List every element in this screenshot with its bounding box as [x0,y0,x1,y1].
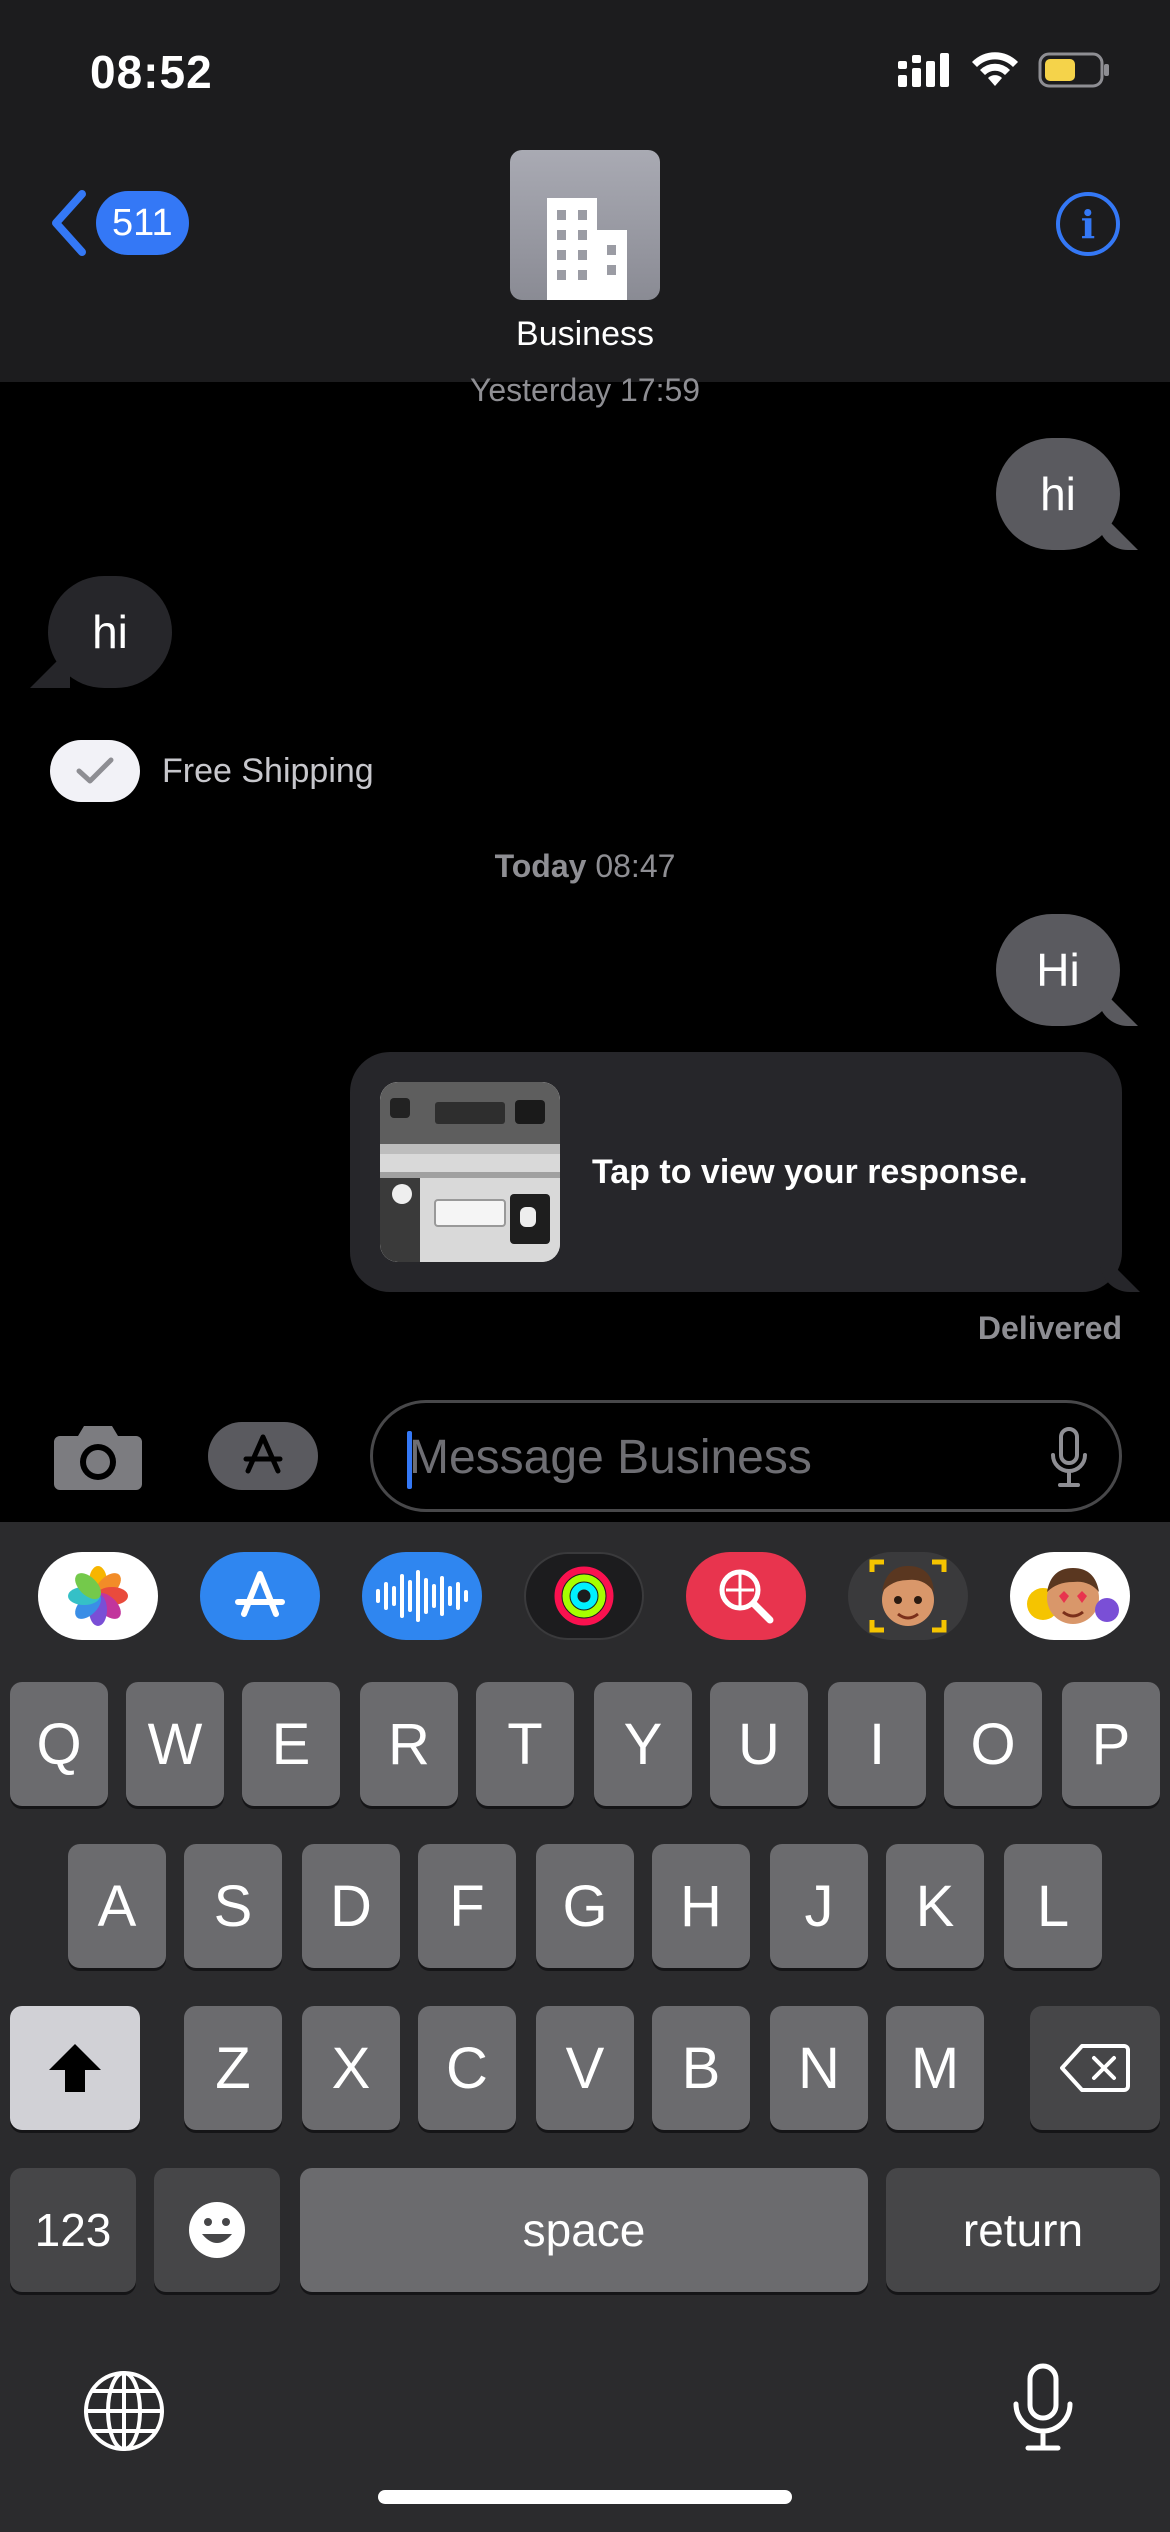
app-store-button[interactable] [208,1422,318,1490]
globe-icon[interactable] [82,2369,166,2458]
app-store-icon[interactable] [200,1552,320,1640]
message-text: Hi [1036,944,1080,996]
building-icon [547,198,627,300]
imessage-app-strip [0,1552,1170,1652]
message-bubble-outgoing[interactable]: hi [996,438,1120,550]
info-button[interactable]: i [1056,192,1120,256]
message-text: hi [92,606,128,658]
message-text: hi [1040,468,1076,520]
selected-check-pill [50,740,140,802]
key-l[interactable]: L [1004,1844,1102,1968]
memoji-stickers-icon[interactable] [1010,1552,1130,1640]
home-indicator[interactable] [378,2490,792,2504]
timestamp-yesterday: Yesterday 17:59 [469,372,701,408]
return-key[interactable]: return [886,2168,1160,2292]
memoji-icon[interactable] [848,1552,968,1640]
key-v[interactable]: V [536,2006,634,2130]
message-bubble-incoming[interactable]: hi [48,576,172,688]
cellular-signal-icon [898,53,949,87]
emoji-smiley-icon [189,2202,245,2258]
desk-photo-icon [380,1082,560,1262]
app-store-glyph [235,1571,285,1617]
battery-icon [1038,52,1109,88]
photos-icon[interactable] [38,1552,158,1640]
backspace-icon [1060,2044,1130,2092]
delete-key[interactable] [1030,2006,1160,2130]
search-images-icon[interactable] [686,1552,806,1640]
key-c[interactable]: C [418,2006,516,2130]
key-t[interactable]: T [476,1682,574,1806]
business-avatar[interactable] [510,150,660,300]
numbers-key[interactable]: 123 [10,2168,136,2292]
message-input[interactable] [409,1417,1009,1497]
activity-icon[interactable] [524,1552,644,1640]
key-d[interactable]: D [302,1844,400,1968]
key-e[interactable]: E [242,1682,340,1806]
microphone-icon [1051,1427,1087,1487]
status-icons [898,52,1110,88]
back-button[interactable]: 511 [48,190,189,256]
key-h[interactable]: H [652,1844,750,1968]
shift-arrow-icon [49,2044,101,2092]
key-k[interactable]: K [886,1844,984,1968]
space-key[interactable]: space [300,2168,868,2292]
activity-rings-icon [554,1566,614,1626]
photos-flower-icon [68,1566,128,1626]
dictation-button[interactable] [1049,1427,1089,1494]
rich-link-message[interactable]: Tap to view your response. [350,1052,1122,1292]
key-f[interactable]: F [418,1844,516,1968]
key-u[interactable]: U [710,1682,808,1806]
checkmark-icon [76,757,114,784]
unread-count-badge: 511 [96,191,189,255]
key-p[interactable]: P [1062,1682,1160,1806]
response-thumbnail-image [380,1082,560,1262]
list-picker-selection[interactable]: Free Shipping [50,740,374,802]
message-bubble-outgoing[interactable]: Hi [996,914,1120,1026]
dictation-microphone-icon[interactable] [1008,2362,1078,2459]
key-b[interactable]: B [652,2006,750,2130]
timestamp-day: Today [494,848,587,884]
chevron-left-icon [52,190,86,256]
key-o[interactable]: O [944,1682,1042,1806]
audio-icon[interactable] [362,1552,482,1640]
camera-icon [54,1426,142,1490]
waveform-icon [376,1570,468,1622]
selection-label: Free Shipping [162,751,374,790]
timestamp-time: 08:47 [586,848,676,884]
key-m[interactable]: M [886,2006,984,2130]
rich-link-caption: Tap to view your response. [592,1152,1028,1191]
delivery-status: Delivered [977,1310,1122,1346]
key-j[interactable]: J [770,1844,868,1968]
emoji-key[interactable] [154,2168,280,2292]
key-s[interactable]: S [184,1844,282,1968]
key-n[interactable]: N [770,2006,868,2130]
keyboard: Q W E R T Y U I O P A S D F G H J K L Z … [0,1522,1170,2532]
key-w[interactable]: W [126,1682,224,1806]
key-i[interactable]: I [828,1682,926,1806]
camera-button[interactable] [52,1422,144,1497]
status-time: 08:52 [90,46,213,98]
key-y[interactable]: Y [594,1682,692,1806]
wifi-icon [972,52,1018,86]
app-store-icon [243,1434,283,1474]
composer-bar [0,1392,1170,1522]
message-input-field[interactable] [370,1400,1122,1512]
key-g[interactable]: G [536,1844,634,1968]
key-q[interactable]: Q [10,1682,108,1806]
key-r[interactable]: R [360,1682,458,1806]
key-z[interactable]: Z [184,2006,282,2130]
key-a[interactable]: A [68,1844,166,1968]
memoji-face-icon [869,1559,947,1633]
timestamp-today: Today 08:47 [0,848,1170,885]
shift-key[interactable] [10,2006,140,2130]
memoji-sticker-icon [1027,1568,1119,1624]
key-x[interactable]: X [302,2006,400,2130]
info-icon: i [1080,201,1096,247]
globe-magnifier-icon [719,1569,774,1624]
contact-name[interactable]: Business [0,315,1170,354]
